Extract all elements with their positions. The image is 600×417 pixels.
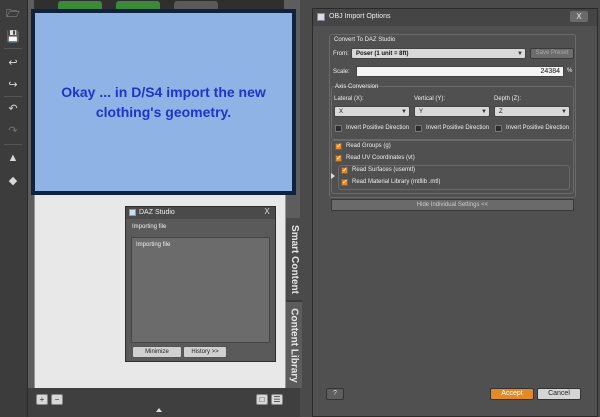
depth-value: Z (499, 109, 503, 115)
lateral-select[interactable]: X ▼ (334, 106, 410, 117)
dialog-title-bar[interactable]: OBJ Import Options (313, 9, 597, 26)
accept-button[interactable]: Accept (490, 388, 534, 400)
chevron-down-icon: ▼ (517, 51, 523, 57)
progress-detail: Importing file (136, 242, 171, 248)
progress-detail-box: Importing file (131, 237, 270, 343)
side-tab-strip: Smart Content Content Library (286, 218, 302, 388)
cancel-button[interactable]: Cancel (537, 388, 581, 400)
from-select[interactable]: Poser (1 unit = 8ft) ▼ (351, 48, 526, 59)
node-icon[interactable]: ◆ (5, 172, 21, 188)
dialog-title-bar[interactable]: DAZ Studio (126, 207, 275, 219)
annotation-text: Okay ... in D/S4 import the new clothing… (61, 84, 266, 120)
read-uv-checkbox[interactable] (335, 154, 342, 162)
export-icon[interactable]: ↪ (5, 76, 21, 92)
vertical-value: Y (419, 109, 424, 115)
chevron-down-icon: ▼ (401, 109, 407, 115)
depth-label: Depth (Z): (494, 96, 522, 102)
lateral-value: X (339, 109, 344, 115)
minimize-button[interactable]: Minimize (132, 346, 182, 358)
read-surfaces-checkbox[interactable] (341, 166, 348, 174)
redo-icon[interactable]: ↷ (5, 122, 21, 138)
invert-x-checkbox[interactable] (335, 125, 342, 132)
read-groups-checkbox[interactable] (335, 142, 342, 150)
scale-label: Scale: (333, 69, 350, 75)
open-folder-icon[interactable]: 🗁 (5, 6, 21, 22)
expand-arrow-icon[interactable] (331, 173, 335, 179)
read-material-checkbox[interactable] (341, 178, 348, 186)
progress-dialog: DAZ Studio X Importing file Importing fi… (125, 206, 276, 362)
close-icon[interactable]: X (570, 11, 588, 22)
depth-select[interactable]: Z ▼ (494, 106, 570, 117)
invert-x-label: Invert Positive Direction (346, 125, 410, 131)
lateral-label: Lateral (X): (334, 96, 364, 102)
tab-label: Smart Content (288, 224, 300, 294)
progress-label: Importing file (132, 224, 167, 230)
tutorial-annotation: Okay ... in D/S4 import the new clothing… (31, 9, 296, 195)
close-icon[interactable]: X (261, 207, 273, 217)
scale-unit: % (567, 68, 573, 74)
axis-group-title: Axis Conversion (335, 84, 379, 90)
toolbar-divider (4, 48, 22, 49)
from-value: Poser (1 unit = 8ft) (356, 51, 409, 57)
pane-bottom-bar: + − □ ☰ (28, 388, 300, 417)
collapse-arrow-icon[interactable] (156, 408, 162, 412)
help-button[interactable]: ? (326, 388, 344, 400)
dialog-title: DAZ Studio (139, 209, 175, 216)
scale-input[interactable]: 24384 (356, 66, 564, 77)
drop-to-floor-icon[interactable]: ▲ (5, 150, 21, 166)
from-label: From: (333, 51, 349, 57)
invert-z-checkbox[interactable] (495, 125, 502, 132)
invert-y-checkbox[interactable] (415, 125, 422, 132)
chevron-down-icon: ▼ (481, 109, 487, 115)
remove-icon[interactable]: − (51, 394, 63, 405)
tab-content-library[interactable]: Content Library (286, 302, 302, 388)
page-icon[interactable]: □ (256, 394, 268, 405)
vertical-select[interactable]: Y ▼ (414, 106, 490, 117)
read-material-label: Read Material Library (mtllib .mtl) (352, 179, 441, 185)
save-preset-button[interactable]: Save Preset (530, 48, 574, 59)
chevron-down-icon: ▼ (561, 109, 567, 115)
tab-label: Content Library (288, 307, 300, 383)
invert-z-label: Invert Positive Direction (506, 125, 570, 131)
dialog-title: OBJ Import Options (329, 13, 391, 20)
app-icon (317, 13, 325, 21)
invert-y-label: Invert Positive Direction (426, 125, 490, 131)
read-uv-label: Read UV Coordinates (vt) (346, 155, 415, 161)
vertical-label: Vertical (Y): (414, 96, 446, 102)
undo-icon[interactable]: ↶ (5, 100, 21, 116)
convert-group-title: Convert To DAZ Studio (334, 37, 396, 43)
save-icon[interactable]: 💾 (5, 28, 21, 44)
hide-settings-button[interactable]: Hide Individual Settings << (331, 199, 574, 211)
read-groups-label: Read Groups (g) (346, 143, 391, 149)
import-icon[interactable]: ↩ (5, 54, 21, 70)
toolbar-divider (4, 96, 22, 97)
toolbar-divider (4, 144, 22, 145)
tab-smart-content[interactable]: Smart Content (286, 218, 302, 300)
app-icon (129, 209, 136, 216)
history-button[interactable]: History >> (183, 346, 227, 358)
main-toolbar: 🗁 💾 ↩ ↪ ↶ ↷ ▲ ◆ (0, 0, 28, 417)
add-icon[interactable]: + (36, 394, 48, 405)
menu-icon[interactable]: ☰ (271, 394, 283, 405)
read-surfaces-label: Read Surfaces (usemtl) (352, 167, 416, 173)
